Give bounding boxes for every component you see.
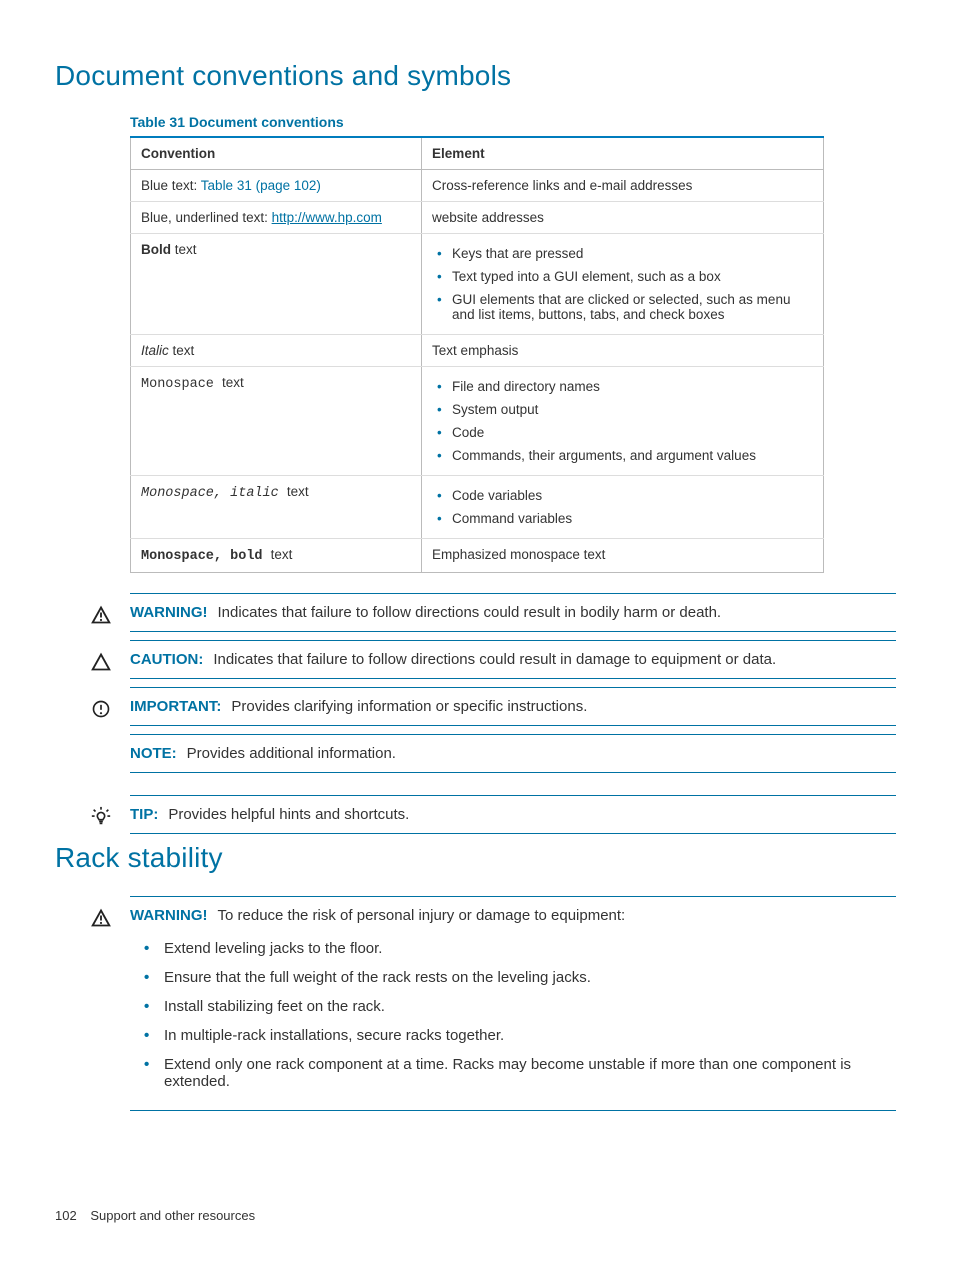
list-item: System output [452,398,813,421]
text-suffix: text [171,242,197,257]
warning-text: Indicates that failure to follow directi… [218,604,722,621]
list-item: Extend only one rack component at a time… [164,1050,896,1096]
caution-text: Indicates that failure to follow directi… [213,651,776,668]
heading-conventions: Document conventions and symbols [55,60,899,92]
admonition-rack-warning: WARNING! To reduce the risk of personal i… [130,896,896,1111]
tip-label: TIP: [130,806,158,823]
list-item: GUI elements that are clicked or selecte… [452,288,813,326]
text-suffix: text [287,484,309,499]
page-number: 102 [55,1208,77,1223]
table-row: Blue text: Table 31 (page 102) Cross-ref… [131,170,824,202]
rack-warning-text: To reduce the risk of personal injury or… [218,907,626,924]
heading-rack-stability: Rack stability [55,842,899,874]
warning-icon [90,604,112,626]
list-item: Code [452,421,813,444]
list-item: Keys that are pressed [452,242,813,265]
monospace-bold-sample: Monospace, bold [141,549,271,564]
monospace-text-sample: Monospace [141,377,222,392]
caution-icon [90,651,112,673]
col-convention: Convention [131,137,422,170]
warning-icon [90,907,112,929]
admonition-note: NOTE: Provides additional information. [130,734,896,773]
admonition-tip: TIP: Provides helpful hints and shortcuts… [130,795,896,834]
list-item: In multiple-rack installations, secure r… [164,1021,896,1050]
conventions-table: Convention Element Blue text: Table 31 (… [130,136,824,573]
cross-ref-link[interactable]: Table 31 (page 102) [201,178,321,193]
list-item: Command variables [452,507,813,530]
text-suffix: text [222,375,244,390]
cell-text: Emphasized monospace text [422,539,824,573]
blue-text-prefix: Blue text: [141,178,201,193]
list-item: Code variables [452,484,813,507]
table-row: Monospace text File and directory names … [131,367,824,476]
list-item: Text typed into a GUI element, such as a… [452,265,813,288]
cell-text: website addresses [422,202,824,234]
monospace-italic-sample: Monospace, italic [141,486,287,501]
note-text: Provides additional information. [187,745,396,762]
list-item: Ensure that the full weight of the rack … [164,963,896,992]
text-suffix: text [271,547,293,562]
cell-text: Text emphasis [422,335,824,367]
website-link[interactable]: http://www.hp.com [272,210,382,225]
bold-text-sample: Bold [141,242,171,257]
admonition-important: IMPORTANT: Provides clarifying informatio… [130,687,896,726]
important-label: IMPORTANT: [130,698,221,715]
table-row: Monospace, bold text Emphasized monospac… [131,539,824,573]
table-row: Monospace, italic text Code variables Co… [131,476,824,539]
list-item: File and directory names [452,375,813,398]
footer-section: Support and other resources [90,1208,255,1223]
rack-warning-label: WARNING! [130,907,208,924]
list-item: Extend leveling jacks to the floor. [164,934,896,963]
table-row: Blue, underlined text: http://www.hp.com… [131,202,824,234]
page-footer: 102 Support and other resources [55,1208,255,1223]
admonition-caution: CAUTION: Indicates that failure to follow… [130,640,896,679]
caution-label: CAUTION: [130,651,203,668]
blue-underlined-prefix: Blue, underlined text: [141,210,272,225]
table-row: Italic text Text emphasis [131,335,824,367]
text-suffix: text [173,343,195,358]
table-caption: Table 31 Document conventions [130,114,899,130]
important-text: Provides clarifying information or speci… [231,698,587,715]
col-element: Element [422,137,824,170]
tip-text: Provides helpful hints and shortcuts. [168,806,409,823]
important-icon [90,698,112,720]
list-item: Commands, their arguments, and argument … [452,444,813,467]
list-item: Install stabilizing feet on the rack. [164,992,896,1021]
warning-label: WARNING! [130,604,208,621]
tip-icon [90,806,112,828]
cell-text: Cross-reference links and e-mail address… [422,170,824,202]
table-row: Bold text Keys that are pressed Text typ… [131,234,824,335]
admonition-warning: WARNING! Indicates that failure to follow… [130,593,896,632]
italic-text-sample: Italic [141,343,173,358]
note-label: NOTE: [130,745,177,762]
